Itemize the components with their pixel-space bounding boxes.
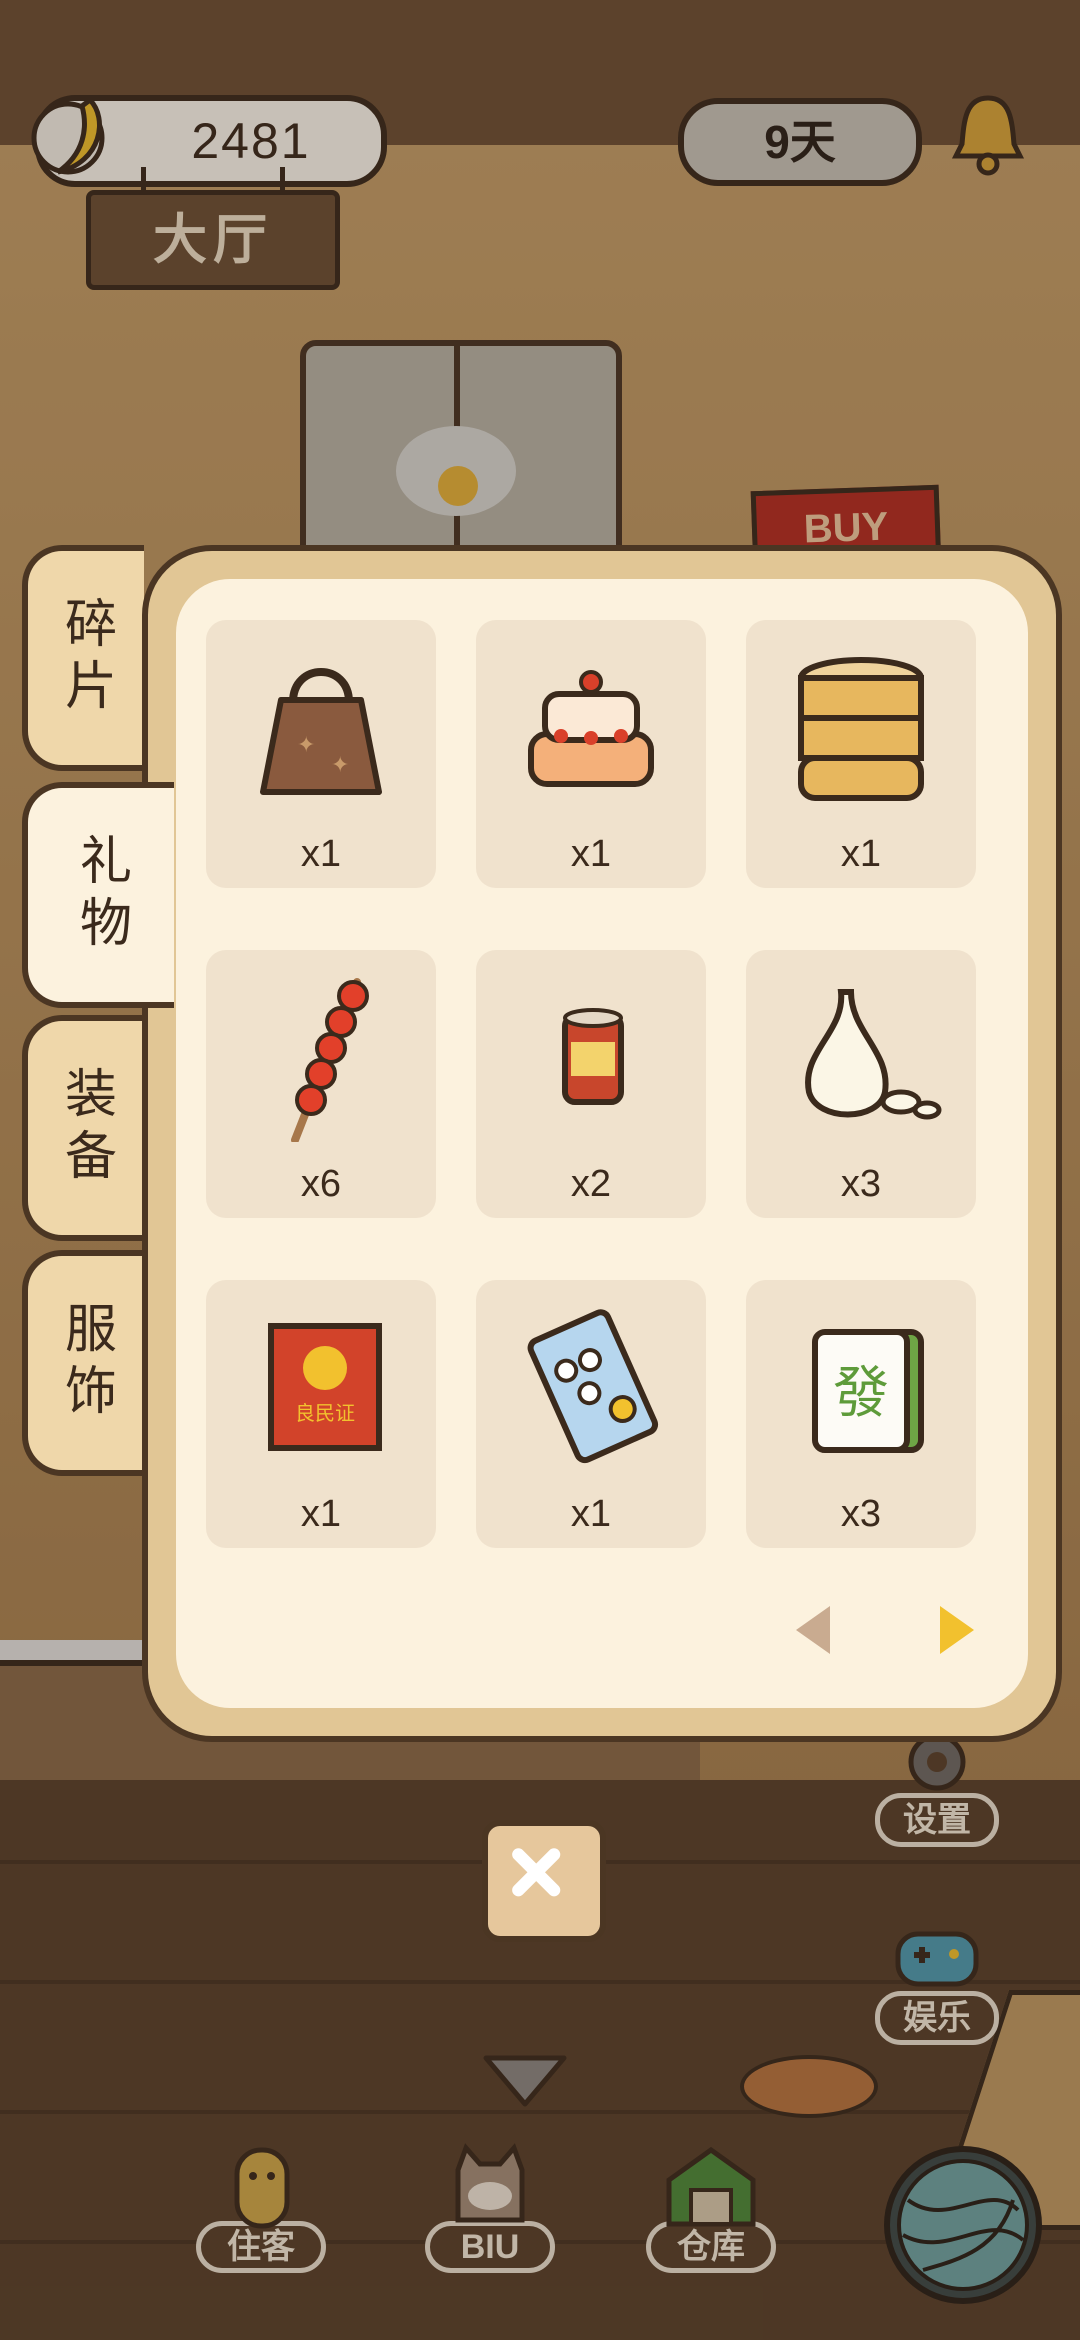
item-quantity: x1: [300, 833, 342, 875]
tab-clothing-label: 服饰: [56, 1301, 115, 1425]
item-quantity: x1: [570, 1493, 612, 1535]
candied-haws-icon: [291, 978, 369, 1142]
triangle-right-icon[interactable]: [930, 1600, 980, 1660]
inventory-slot[interactable]: x6: [206, 950, 436, 1218]
inventory-slot[interactable]: x1: [746, 620, 976, 888]
certificate-icon: 良民证: [268, 1323, 382, 1451]
inventory-slot[interactable]: 發 x3: [746, 1280, 976, 1548]
svg-text:✦: ✦: [331, 752, 349, 777]
steamer-icon: [798, 657, 924, 801]
triangle-left-icon[interactable]: [790, 1600, 840, 1660]
handbag-icon: ✦✦: [260, 668, 382, 795]
cake-icon: [528, 670, 654, 787]
item-quantity: x6: [300, 1163, 342, 1205]
tab-fragments-label: 碎片: [56, 596, 115, 720]
item-quantity: x1: [570, 833, 612, 875]
close-icon: [512, 1848, 561, 1897]
item-quantity: x3: [840, 1493, 882, 1535]
tab-gifts-label: 礼物: [71, 833, 130, 957]
inventory-slot[interactable]: x2: [476, 950, 706, 1218]
mahjong-text: 發: [833, 1361, 889, 1426]
inventory-slot[interactable]: x3: [746, 950, 976, 1218]
inventory-slot[interactable]: x1: [476, 1280, 706, 1548]
garlic-icon: [805, 989, 942, 1120]
snack-bag-icon: [527, 1309, 659, 1464]
tab-clothing[interactable]: 服饰: [22, 1250, 144, 1476]
tab-equipment[interactable]: 装备: [22, 1015, 144, 1241]
item-quantity: x1: [840, 833, 882, 875]
item-quantity: x3: [840, 1163, 882, 1205]
close-button[interactable]: [482, 1820, 606, 1942]
mahjong-tile-icon: 發: [812, 1329, 924, 1453]
svg-text:✦: ✦: [297, 732, 315, 757]
item-quantity: x1: [300, 1493, 342, 1535]
inventory-slot[interactable]: ✦ ✦ x1: [206, 620, 436, 888]
inventory-slot[interactable]: x1: [476, 620, 706, 888]
item-quantity: x2: [570, 1163, 612, 1205]
certificate-text: 良民证: [295, 1401, 355, 1425]
tab-gifts[interactable]: 礼物: [22, 782, 174, 1008]
tab-fragments[interactable]: 碎片: [22, 545, 144, 771]
can-icon: [562, 1008, 624, 1105]
inventory-slot[interactable]: 良民证 x1: [206, 1280, 436, 1548]
tab-equipment-label: 装备: [56, 1066, 115, 1190]
